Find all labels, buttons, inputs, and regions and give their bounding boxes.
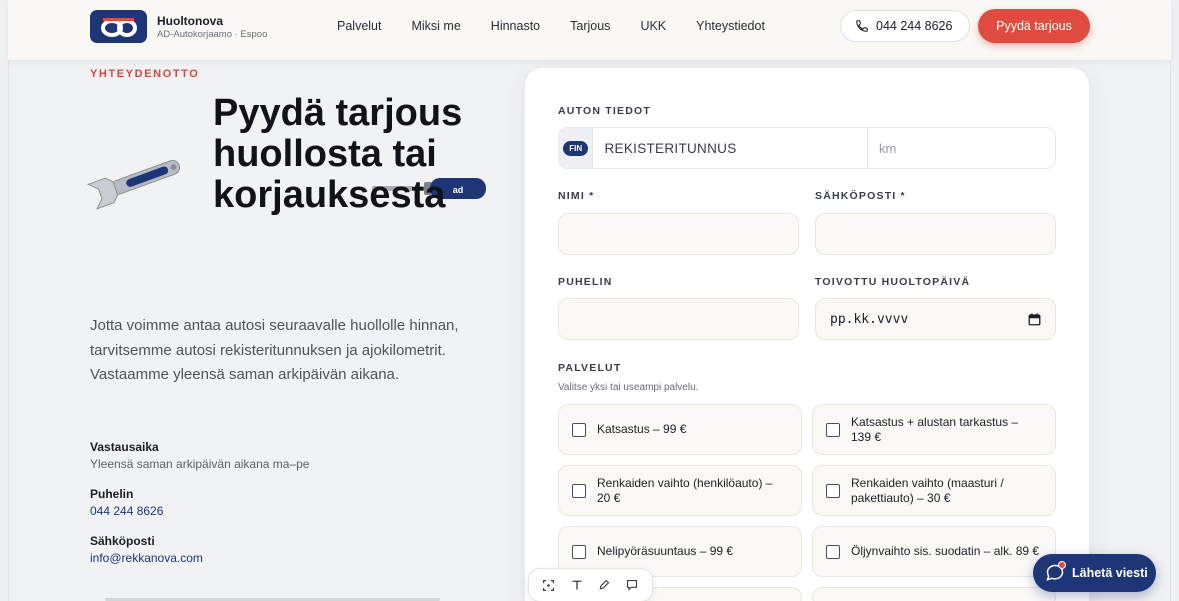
service-checkbox[interactable]	[826, 422, 840, 437]
nav-tarjous[interactable]: Tarjous	[570, 19, 610, 33]
service-label: Katsastus + alustan tarkastus – 139 €	[851, 414, 1019, 444]
date-placeholder: pp.kk.vvvv	[830, 311, 909, 327]
service-option[interactable]: Renkaiden vaihto (maasturi / pakettiauto…	[812, 465, 1056, 516]
name-input[interactable]	[558, 213, 799, 255]
mileage-input[interactable]	[868, 128, 1055, 168]
email-label: SÄHKÖPOSTI *	[815, 190, 906, 202]
service-option[interactable]: Katsastus – 99 €	[558, 404, 802, 455]
contact-phone-link[interactable]: 044 244 8626	[90, 504, 163, 518]
brand-name: Huoltonova	[157, 14, 223, 28]
registration-field: FIN	[558, 127, 1056, 169]
service-checkbox[interactable]	[572, 422, 586, 437]
service-option[interactable]: Renkaiden vaihto (henkilöauto) – 20 €	[558, 465, 802, 516]
service-checkbox[interactable]	[572, 483, 586, 498]
select-area-icon[interactable]	[540, 576, 558, 594]
service-option[interactable]	[812, 587, 1056, 601]
pen-tool-icon[interactable]	[595, 576, 613, 594]
phone-label: PUHELIN	[558, 276, 613, 288]
notification-dot	[1058, 561, 1066, 569]
main-nav: Palvelut Miksi me Hinnasto Tarjous UKK Y…	[337, 19, 795, 33]
contact-email-label: Sähköposti	[90, 534, 155, 548]
service-label: Katsastus – 99 €	[597, 422, 687, 436]
service-label: Nelipyöräsuuntaus – 99 €	[597, 544, 734, 558]
contact-email-link[interactable]: info@rekkanova.com	[90, 551, 203, 565]
phone-number: 044 244 8626	[876, 19, 953, 33]
email-input[interactable]	[815, 213, 1056, 255]
car-details-label: AUTON TIEDOT	[558, 105, 651, 117]
service-label: Renkaiden vaihto (maasturi / pakettiauto…	[851, 475, 1004, 505]
response-time-value: Yleensä saman arkipäivän aikana ma–pe	[90, 457, 310, 471]
service-option[interactable]: Katsastus + alustan tarkastus – 139 €	[812, 404, 1056, 455]
phone-button[interactable]: 044 244 8626	[840, 10, 970, 42]
response-time-label: Vastausaika	[90, 440, 159, 454]
registration-input[interactable]	[593, 128, 868, 168]
text-tool-icon[interactable]	[568, 576, 586, 594]
name-label: NIMI *	[558, 190, 595, 202]
nav-yhteystiedot[interactable]: Yhteystiedot	[696, 19, 765, 33]
fin-badge: FIN	[563, 140, 589, 156]
section-eyebrow: YHTEYDENOTTO	[90, 68, 200, 80]
calendar-icon[interactable]	[1028, 312, 1041, 326]
send-message-button[interactable]: Lähetä viesti	[1033, 554, 1156, 592]
service-option[interactable]: Öljynvaihto sis. suodatin – alk. 89 €	[812, 526, 1056, 577]
service-label: Renkaiden vaihto (henkilöauto) – 20 €	[597, 475, 773, 505]
contact-phone-label: Puhelin	[90, 487, 134, 501]
page-title: Pyydä tarjous huollosta tai korjauksesta	[213, 92, 463, 216]
request-quote-button[interactable]: Pyydä tarjous	[978, 9, 1090, 43]
country-code: FIN	[559, 128, 594, 168]
nav-hinnasto[interactable]: Hinnasto	[491, 19, 540, 33]
service-checkbox[interactable]	[826, 483, 840, 498]
phone-input[interactable]	[558, 298, 799, 340]
annotation-toolbar	[528, 568, 653, 601]
services-label: PALVELUT	[558, 362, 622, 374]
comment-tool-icon[interactable]	[623, 576, 641, 594]
nav-miksi-me[interactable]: Miksi me	[411, 19, 460, 33]
preferred-date-input[interactable]: pp.kk.vvvv	[815, 298, 1056, 340]
phone-icon	[856, 20, 868, 32]
site-header: Huoltonova AD-Autokorjaamo · Espoo Palve…	[8, 0, 1171, 60]
send-message-label: Lähetä viesti	[1072, 566, 1148, 580]
brand-subtitle: AD-Autokorjaamo · Espoo	[157, 29, 268, 40]
services-help-text: Valitse yksi tai useampi palvelu.	[558, 382, 699, 393]
service-checkbox[interactable]	[826, 544, 840, 559]
ad-logo-icon	[100, 17, 137, 37]
service-label: Öljynvaihto sis. suodatin – alk. 89 €	[851, 544, 1040, 558]
nav-ukk[interactable]: UKK	[640, 19, 666, 33]
nav-palvelut[interactable]: Palvelut	[337, 19, 381, 33]
service-checkbox[interactable]	[572, 544, 586, 559]
wrench-icon	[86, 159, 181, 210]
intro-text: Jotta voimme antaa autosi seuraavalle hu…	[90, 317, 459, 383]
preferred-date-label: TOIVOTTU HUOLTOPÄIVÄ	[815, 276, 971, 288]
ad-logo[interactable]	[90, 10, 147, 43]
